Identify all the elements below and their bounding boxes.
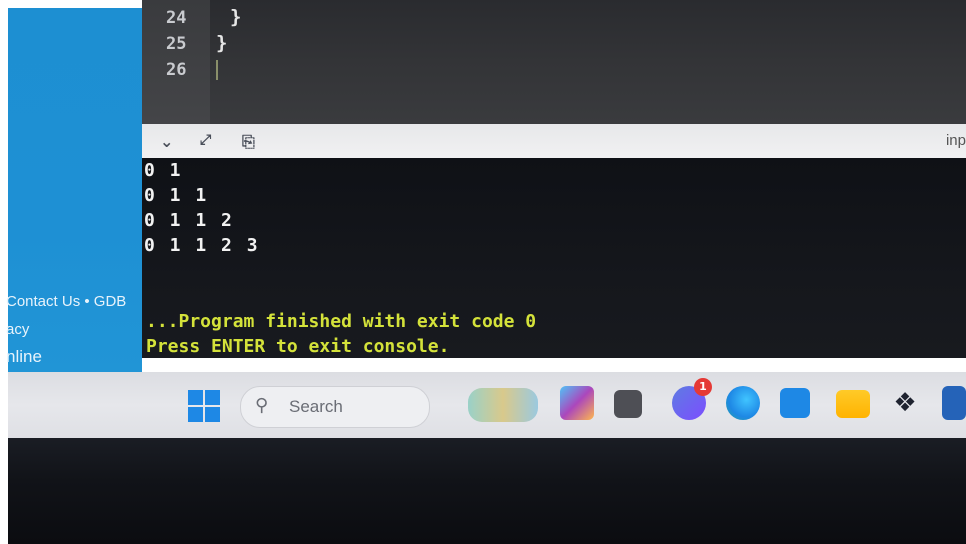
footer-online-text: nline — [6, 347, 42, 366]
windows-taskbar: ⚲ Search 1 ❖ — [8, 372, 966, 438]
code-editor[interactable]: 24 25 26 } } — [142, 0, 966, 124]
app-icon[interactable] — [560, 386, 594, 420]
line-number: 26 — [166, 60, 187, 80]
start-icon[interactable] — [188, 390, 220, 422]
file-viewer-icon[interactable] — [614, 390, 642, 418]
monitor-bezel — [8, 438, 966, 544]
copy-icon[interactable]: ⎘ — [242, 132, 255, 152]
program-finished-message: ...Program finished with exit code 0 — [146, 311, 537, 332]
line-number: 25 — [166, 34, 187, 54]
output-line: 0 1 1 2 3 — [144, 235, 260, 256]
website-sidebar: Contact Us • GDB acy nline — [6, 8, 142, 372]
search-placeholder: Search — [289, 397, 343, 416]
chevron-down-icon[interactable]: ⌄ — [160, 132, 173, 151]
console-toolbar: ⌄ ⤢ ⎘ inp — [142, 124, 966, 159]
notification-badge: 1 — [694, 378, 712, 396]
code-line[interactable]: } — [230, 6, 241, 28]
output-line: 0 1 1 2 — [144, 210, 234, 231]
store-icon[interactable] — [780, 388, 810, 418]
app-icon-partial[interactable] — [942, 386, 966, 420]
footer-contact-link[interactable]: Contact Us • GDB — [6, 293, 126, 310]
file-explorer-icon[interactable] — [836, 390, 870, 418]
exit-console-prompt: Press ENTER to exit console. — [146, 336, 450, 357]
widgets-icon[interactable] — [468, 388, 538, 422]
code-line[interactable]: } — [216, 32, 227, 54]
input-tab-label[interactable]: inp — [946, 132, 966, 149]
photo-frame: Contact Us • GDB acy nline 24 25 26 } } … — [0, 0, 966, 544]
taskbar-search[interactable]: ⚲ Search — [240, 386, 430, 428]
footer-privacy-link[interactable]: acy — [6, 321, 29, 338]
line-number: 24 — [166, 8, 187, 28]
text-cursor — [216, 60, 218, 80]
console-output[interactable]: 0 1 0 1 1 0 1 1 2 0 1 1 2 3 ...Program f… — [142, 158, 966, 358]
search-icon: ⚲ — [255, 395, 269, 416]
output-line: 0 1 — [144, 160, 183, 181]
dropbox-icon[interactable]: ❖ — [888, 386, 922, 420]
edge-icon[interactable] — [726, 386, 760, 420]
expand-icon[interactable]: ⤢ — [200, 132, 211, 148]
output-line: 0 1 1 — [144, 185, 209, 206]
